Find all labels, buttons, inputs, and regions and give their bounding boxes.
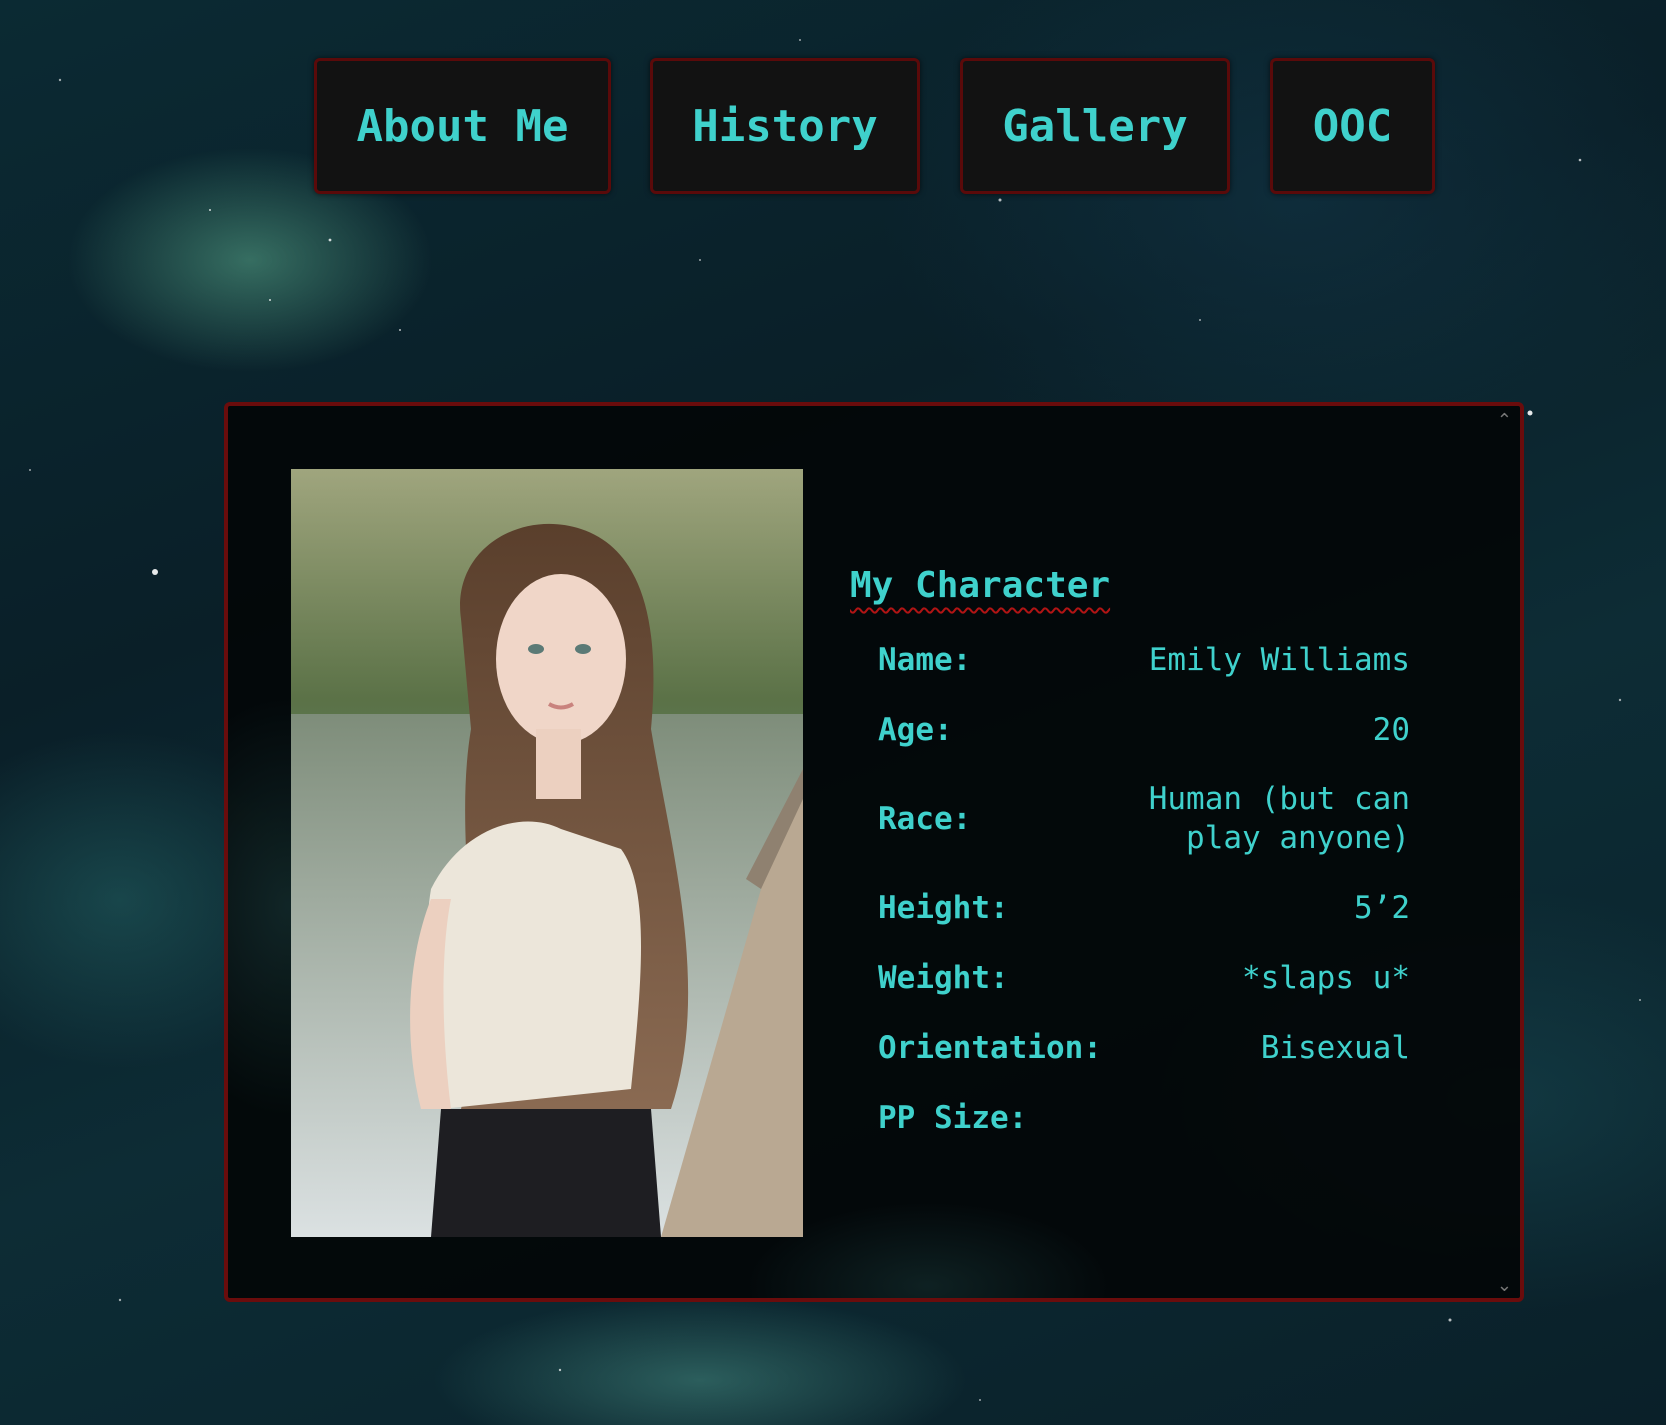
field-age: Age: 20 <box>850 695 1410 765</box>
chevron-down-icon[interactable]: ⌄ <box>1497 1275 1512 1296</box>
field-value: Bisexual <box>1260 1029 1410 1066</box>
field-weight: Weight: *slaps u* <box>850 943 1410 1013</box>
field-label: Height: <box>878 890 1009 927</box>
field-name: Name: Emily Williams <box>850 625 1410 695</box>
character-panel: ⌃ My Character Name: Emily Williams Age:… <box>224 402 1524 1302</box>
ooc-button[interactable]: OOC <box>1270 58 1435 194</box>
top-navigation: About Me History Gallery OOC <box>0 58 1666 198</box>
field-label: PP Size: <box>878 1100 1028 1137</box>
history-button[interactable]: History <box>650 58 920 194</box>
about-me-button[interactable]: About Me <box>314 58 611 194</box>
field-orientation: Orientation: Bisexual <box>850 1013 1410 1083</box>
field-label: Name: <box>878 642 972 679</box>
character-info: My Character Name: Emily Williams Age: 2… <box>850 564 1410 1153</box>
field-value: Emily Williams <box>1148 641 1410 678</box>
field-label: Race: <box>878 801 972 838</box>
field-value: Human (but can play anyone) <box>1148 781 1410 857</box>
field-label: Orientation: <box>878 1030 1102 1067</box>
gallery-button[interactable]: Gallery <box>960 58 1230 194</box>
field-value: 20 <box>1372 711 1410 748</box>
field-value: 5’2 <box>1354 889 1410 926</box>
field-label: Age: <box>878 712 953 749</box>
field-pp-size: PP Size: <box>850 1083 1410 1153</box>
field-label: Weight: <box>878 960 1009 997</box>
character-portrait <box>291 469 803 1237</box>
field-height: Height: 5’2 <box>850 873 1410 943</box>
chevron-up-icon[interactable]: ⌃ <box>1497 410 1512 431</box>
field-race: Race: Human (but can play anyone) <box>850 765 1410 873</box>
profile-title: My Character <box>850 565 1111 606</box>
field-value: *slaps u* <box>1242 959 1410 996</box>
profile-fields: Name: Emily Williams Age: 20 Race: Human… <box>850 625 1410 1153</box>
